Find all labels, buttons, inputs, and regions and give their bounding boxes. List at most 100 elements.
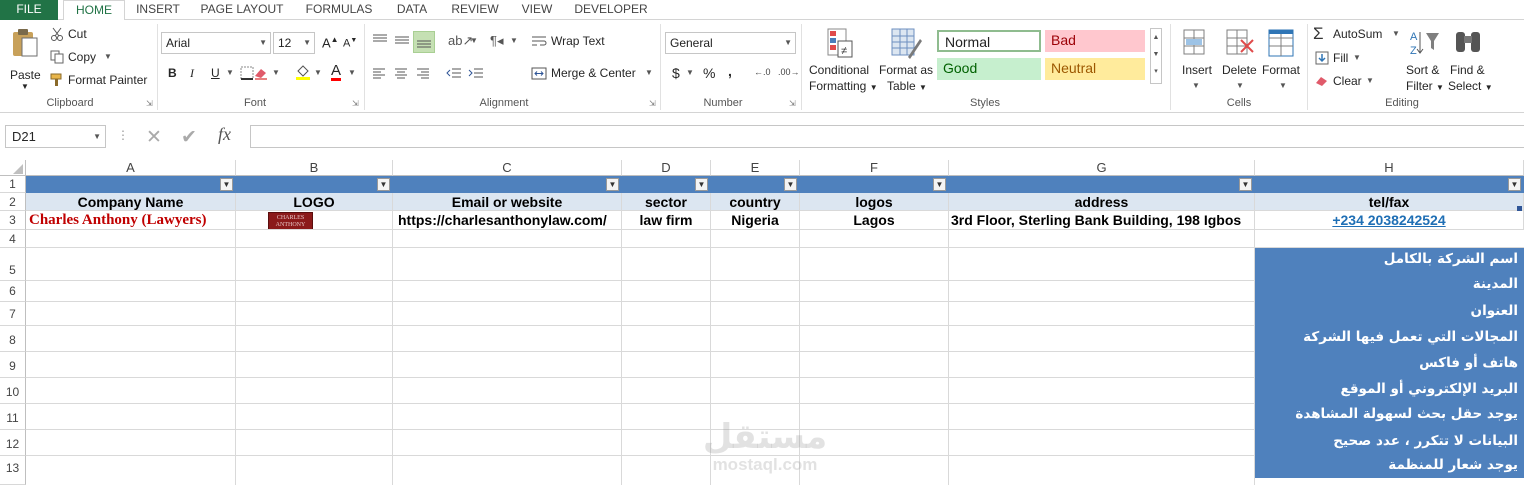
cell-country[interactable]: Nigeria xyxy=(711,211,800,230)
font-size-combo[interactable]: 12 ▼ xyxy=(273,32,315,54)
formula-input[interactable] xyxy=(250,125,1524,148)
delete-cells-button[interactable]: Delete ▼ xyxy=(1220,24,1262,94)
format-cells-button[interactable]: Format ▼ xyxy=(1262,24,1306,94)
shrink-font-button[interactable]: A▼ xyxy=(343,37,357,50)
filter-dropdown-b[interactable]: ▼ xyxy=(377,178,390,191)
fill-color-icon[interactable] xyxy=(295,64,311,80)
dialog-launcher-icon[interactable]: ⇲ xyxy=(146,99,153,108)
cell-logo[interactable]: CHARLES ANTHONY xyxy=(236,211,393,230)
column-header-d[interactable]: D xyxy=(622,160,711,176)
align-middle-icon[interactable] xyxy=(394,34,410,46)
row-header-9[interactable]: 9 xyxy=(0,352,26,378)
cell-company-name[interactable]: Charles Anthony (Lawyers) xyxy=(26,211,236,230)
tab-developer[interactable]: DEVELOPER xyxy=(572,0,650,20)
column-header-b[interactable]: B xyxy=(236,160,393,176)
style-normal[interactable]: Normal xyxy=(937,30,1041,52)
decrease-indent-icon[interactable] xyxy=(446,67,462,79)
grow-font-button[interactable]: A▲ xyxy=(322,35,339,50)
filter-dropdown-e[interactable]: ▼ xyxy=(784,178,797,191)
chevron-down-icon[interactable]: ▼ xyxy=(510,36,518,45)
currency-button[interactable]: $ xyxy=(672,65,680,81)
chevron-down-icon[interactable]: ▼ xyxy=(470,36,478,45)
chevron-down-icon[interactable]: ▼ xyxy=(686,68,694,77)
header-country[interactable]: country xyxy=(711,193,800,211)
header-sector[interactable]: sector xyxy=(622,193,711,211)
tab-data[interactable]: DATA xyxy=(390,0,434,20)
row-header-11[interactable]: 11 xyxy=(0,404,26,430)
column-header-h[interactable]: H xyxy=(1255,160,1524,176)
insert-cells-button[interactable]: Insert ▼ xyxy=(1176,24,1218,94)
dialog-launcher-icon[interactable]: ⇲ xyxy=(352,99,359,108)
sort-filter-button[interactable]: AZ Sort & Filter ▼ xyxy=(1404,24,1446,94)
filter-dropdown-c[interactable]: ▼ xyxy=(606,178,619,191)
style-neutral[interactable]: Neutral xyxy=(1045,58,1145,80)
align-top-icon[interactable] xyxy=(372,34,388,46)
insert-function-button[interactable]: fx xyxy=(218,124,231,145)
cell-address[interactable]: 3rd Floor, Sterling Bank Building, 198 I… xyxy=(949,211,1255,230)
dialog-launcher-icon[interactable]: ⇲ xyxy=(649,99,656,108)
copy-button[interactable]: Copy ▼ xyxy=(50,49,116,67)
cut-button[interactable]: Cut xyxy=(50,26,100,44)
cell-tel-link[interactable]: +234 2038242524 xyxy=(1255,211,1524,230)
format-as-table-button[interactable]: Format as Table ▼ xyxy=(878,24,934,94)
tab-file[interactable]: FILE xyxy=(0,0,58,20)
row-header-13[interactable]: 13 xyxy=(0,456,26,485)
increase-indent-icon[interactable] xyxy=(468,67,484,79)
clear-button[interactable]: Clear ▼ xyxy=(1313,73,1374,91)
row-header-3[interactable]: 3 xyxy=(0,211,26,230)
tab-home[interactable]: HOME xyxy=(63,0,125,21)
filter-dropdown-f[interactable]: ▼ xyxy=(933,178,946,191)
conditional-formatting-button[interactable]: ≠ Conditional Formatting ▼ xyxy=(806,24,878,94)
filter-dropdown-h[interactable]: ▼ xyxy=(1508,178,1521,191)
align-bottom-button[interactable] xyxy=(413,31,435,53)
format-painter-button[interactable]: Format Painter xyxy=(50,72,150,90)
italic-button[interactable]: I xyxy=(190,66,194,81)
chevron-down-icon[interactable]: ▼ xyxy=(226,68,234,77)
find-select-button[interactable]: Find & Select ▼ xyxy=(1447,24,1493,94)
row-header-6[interactable]: 6 xyxy=(0,281,26,302)
row-header-7[interactable]: 7 xyxy=(0,302,26,326)
number-format-combo[interactable]: General ▼ xyxy=(665,32,796,54)
align-center-icon[interactable] xyxy=(394,67,408,79)
bold-button[interactable]: B xyxy=(168,66,177,80)
align-left-icon[interactable] xyxy=(372,67,386,79)
row-header-2[interactable]: 2 xyxy=(0,193,26,211)
column-header-g[interactable]: G xyxy=(949,160,1255,176)
chevron-down-icon[interactable]: ▼ xyxy=(314,68,322,77)
filter-dropdown-a[interactable]: ▼ xyxy=(220,178,233,191)
style-good[interactable]: Good xyxy=(937,58,1041,80)
header-tel-fax[interactable]: tel/fax xyxy=(1255,193,1524,211)
underline-button[interactable]: U xyxy=(211,66,220,80)
filter-dropdown-d[interactable]: ▼ xyxy=(695,178,708,191)
column-header-e[interactable]: E xyxy=(711,160,800,176)
paragraph-icon[interactable]: ¶◂ xyxy=(490,33,504,49)
row-header-10[interactable]: 10 xyxy=(0,378,26,404)
paste-button[interactable]: Paste ▼ xyxy=(6,26,44,92)
decrease-decimal-icon[interactable]: .00→ xyxy=(778,67,800,77)
select-all-corner[interactable] xyxy=(0,160,26,176)
cell-h4[interactable] xyxy=(1255,230,1524,248)
autosum-button[interactable]: Σ AutoSum ▼ xyxy=(1313,24,1403,44)
header-address[interactable]: address xyxy=(949,193,1255,211)
chevron-down-icon[interactable]: ▼ xyxy=(272,68,280,77)
column-header-f[interactable]: F xyxy=(800,160,949,176)
cancel-icon[interactable]: ✕ xyxy=(146,126,162,149)
eraser-icon[interactable] xyxy=(253,66,269,80)
fill-button[interactable]: Fill ▼ xyxy=(1313,50,1373,68)
column-header-a[interactable]: A xyxy=(26,160,236,176)
comma-style-button[interactable]: , xyxy=(728,63,732,79)
align-right-icon[interactable] xyxy=(416,67,430,79)
enter-check-icon[interactable]: ✔ xyxy=(181,126,197,149)
dialog-launcher-icon[interactable]: ⇲ xyxy=(789,99,796,108)
row-header-12[interactable]: 12 xyxy=(0,430,26,456)
styles-gallery-scroll[interactable]: ▲ ▼ ▾ xyxy=(1150,28,1162,84)
merge-center-button[interactable]: Merge & Center ▼ xyxy=(531,65,659,83)
font-color-button[interactable]: A xyxy=(331,63,342,81)
increase-decimal-icon[interactable]: ←.0 xyxy=(754,67,771,77)
percent-button[interactable]: % xyxy=(703,65,715,81)
header-logo[interactable]: LOGO xyxy=(236,193,393,211)
tab-page-layout[interactable]: PAGE LAYOUT xyxy=(196,0,288,20)
borders-icon[interactable] xyxy=(240,66,254,80)
style-bad[interactable]: Bad xyxy=(1045,30,1145,52)
tab-view[interactable]: VIEW xyxy=(516,0,558,20)
